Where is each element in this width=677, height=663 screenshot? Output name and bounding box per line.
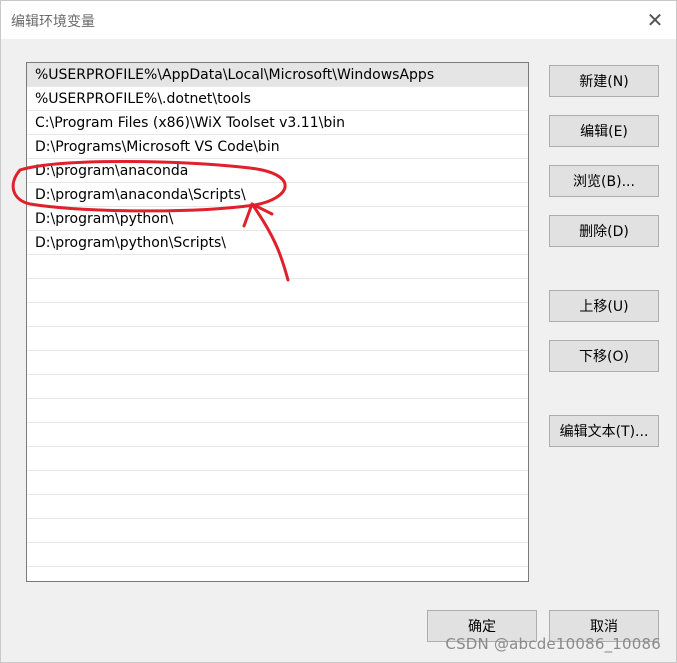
empty-row — [27, 519, 528, 543]
empty-row — [27, 303, 528, 327]
watermark: CSDN @abcde10086_10086 — [445, 635, 661, 653]
browse-button[interactable]: 浏览(B)... — [549, 165, 659, 197]
window-title: 编辑环境变量 — [11, 14, 95, 30]
list-item[interactable]: %USERPROFILE%\AppData\Local\Microsoft\Wi… — [27, 63, 528, 87]
new-button[interactable]: 新建(N) — [549, 65, 659, 97]
empty-row — [27, 351, 528, 375]
list-item[interactable]: D:\program\anaconda — [27, 159, 528, 183]
empty-row — [27, 279, 528, 303]
empty-row — [27, 471, 528, 495]
empty-row — [27, 375, 528, 399]
close-icon[interactable]: ✕ — [644, 9, 666, 31]
empty-row — [27, 495, 528, 519]
list-item[interactable]: D:\program\python\Scripts\ — [27, 231, 528, 255]
path-list[interactable]: %USERPROFILE%\AppData\Local\Microsoft\Wi… — [26, 62, 529, 582]
empty-row — [27, 327, 528, 351]
empty-row — [27, 255, 528, 279]
empty-row — [27, 543, 528, 567]
list-item[interactable]: D:\program\python\ — [27, 207, 528, 231]
delete-button[interactable]: 删除(D) — [549, 215, 659, 247]
list-item[interactable]: D:\Programs\Microsoft VS Code\bin — [27, 135, 528, 159]
list-item[interactable]: D:\program\anaconda\Scripts\ — [27, 183, 528, 207]
list-item[interactable]: %USERPROFILE%\.dotnet\tools — [27, 87, 528, 111]
empty-row — [27, 447, 528, 471]
empty-row — [27, 567, 528, 581]
edit-env-var-dialog: 编辑环境变量 ✕ %USERPROFILE%\AppData\Local\Mic… — [0, 0, 677, 663]
title-bar: 编辑环境变量 ✕ — [1, 1, 676, 39]
move-up-button[interactable]: 上移(U) — [549, 290, 659, 322]
list-item[interactable]: C:\Program Files (x86)\WiX Toolset v3.11… — [27, 111, 528, 135]
empty-row — [27, 423, 528, 447]
empty-row — [27, 399, 528, 423]
move-down-button[interactable]: 下移(O) — [549, 340, 659, 372]
edit-button[interactable]: 编辑(E) — [549, 115, 659, 147]
edit-text-button[interactable]: 编辑文本(T)... — [549, 415, 659, 447]
